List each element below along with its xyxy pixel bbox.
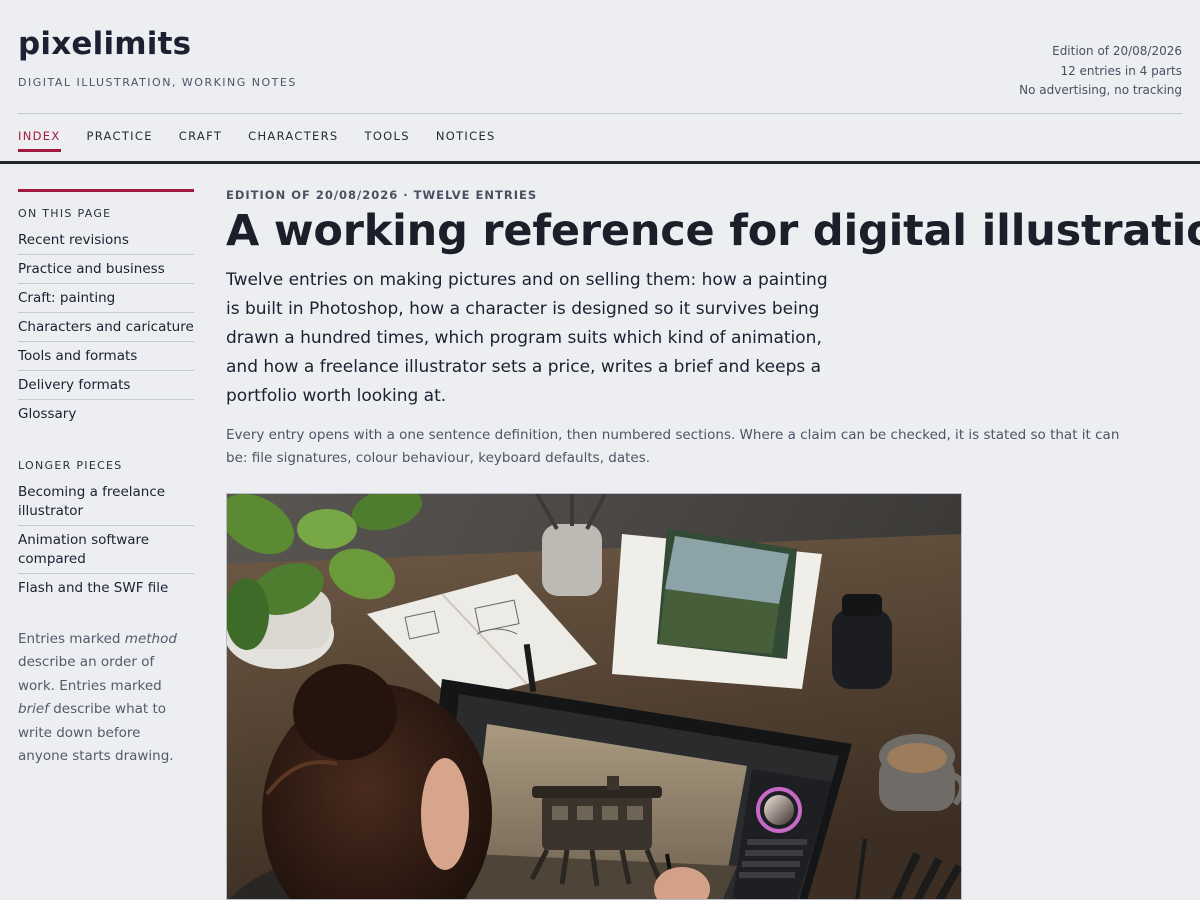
note-text-1: Entries marked (18, 631, 125, 647)
nav-craft[interactable]: CRAFT (179, 129, 222, 152)
entry-marker-note: Entries marked method describe an order … (18, 628, 194, 768)
toc-craft-painting[interactable]: Craft: painting (18, 284, 194, 313)
brand: pixelimits DIGITAL ILLUSTRATION, WORKING… (18, 26, 297, 89)
toc-glossary[interactable]: Glossary (18, 400, 194, 428)
piece-becoming-freelance-illustrator[interactable]: Becoming a freelance illustrator (18, 478, 194, 526)
longer-pieces-heading: LONGER PIECES (18, 459, 123, 472)
toc-tools-and-formats[interactable]: Tools and formats (18, 342, 194, 371)
on-this-page-list: Recent revisions Practice and business C… (18, 226, 194, 428)
toc-characters-and-caricature[interactable]: Characters and caricature (18, 313, 194, 342)
edition-kicker: EDITION OF 20/08/2026 · TWELVE ENTRIES (226, 188, 538, 202)
edition-date: Edition of 20/08/2026 (1052, 44, 1182, 58)
edition-meta: Edition of 20/08/2026 12 entries in 4 pa… (1019, 42, 1182, 101)
page-title: A working reference for digital illustra… (226, 206, 1200, 256)
site-tagline: DIGITAL ILLUSTRATION, WORKING NOTES (18, 76, 297, 89)
piece-animation-software-compared[interactable]: Animation software compared (18, 526, 194, 574)
site-title[interactable]: pixelimits (18, 26, 297, 62)
note-term-method: method (124, 631, 177, 647)
toc-practice-and-business[interactable]: Practice and business (18, 255, 194, 284)
nav-practice[interactable]: PRACTICE (87, 129, 153, 152)
method-paragraph: Every entry opens with a one sentence de… (226, 427, 1120, 466)
privacy-note: No advertising, no tracking (1019, 83, 1182, 97)
entry-count: 12 entries in 4 parts (1060, 63, 1182, 78)
toc-recent-revisions[interactable]: Recent revisions (18, 226, 194, 255)
main-nav: INDEX PRACTICE CRAFT CHARACTERS TOOLS NO… (18, 129, 522, 152)
note-term-brief: brief (18, 701, 49, 718)
illustrator-at-tablet-image (227, 494, 961, 899)
note-text-2: describe an order of work. Entries marke… (18, 654, 162, 694)
piece-flash-and-swf[interactable]: Flash and the SWF file (18, 574, 194, 602)
main-content: EDITION OF 20/08/2026 · TWELVE ENTRIES A… (226, 188, 1200, 470)
header-divider (18, 113, 1182, 114)
nav-tools[interactable]: TOOLS (365, 129, 410, 152)
lede-paragraph: Twelve entries on making pictures and on… (226, 270, 828, 406)
nav-characters[interactable]: CHARACTERS (248, 129, 338, 152)
nav-notices[interactable]: NOTICES (436, 129, 496, 152)
hero-illustration (226, 493, 962, 900)
longer-pieces-list: Becoming a freelance illustrator Animati… (18, 478, 194, 602)
sidebar: ON THIS PAGE Recent revisions Practice a… (18, 189, 194, 768)
toc-delivery-formats[interactable]: Delivery formats (18, 371, 194, 400)
on-this-page-heading: ON THIS PAGE (18, 207, 112, 220)
site-header: pixelimits DIGITAL ILLUSTRATION, WORKING… (0, 0, 1200, 164)
nav-index[interactable]: INDEX (18, 129, 61, 152)
